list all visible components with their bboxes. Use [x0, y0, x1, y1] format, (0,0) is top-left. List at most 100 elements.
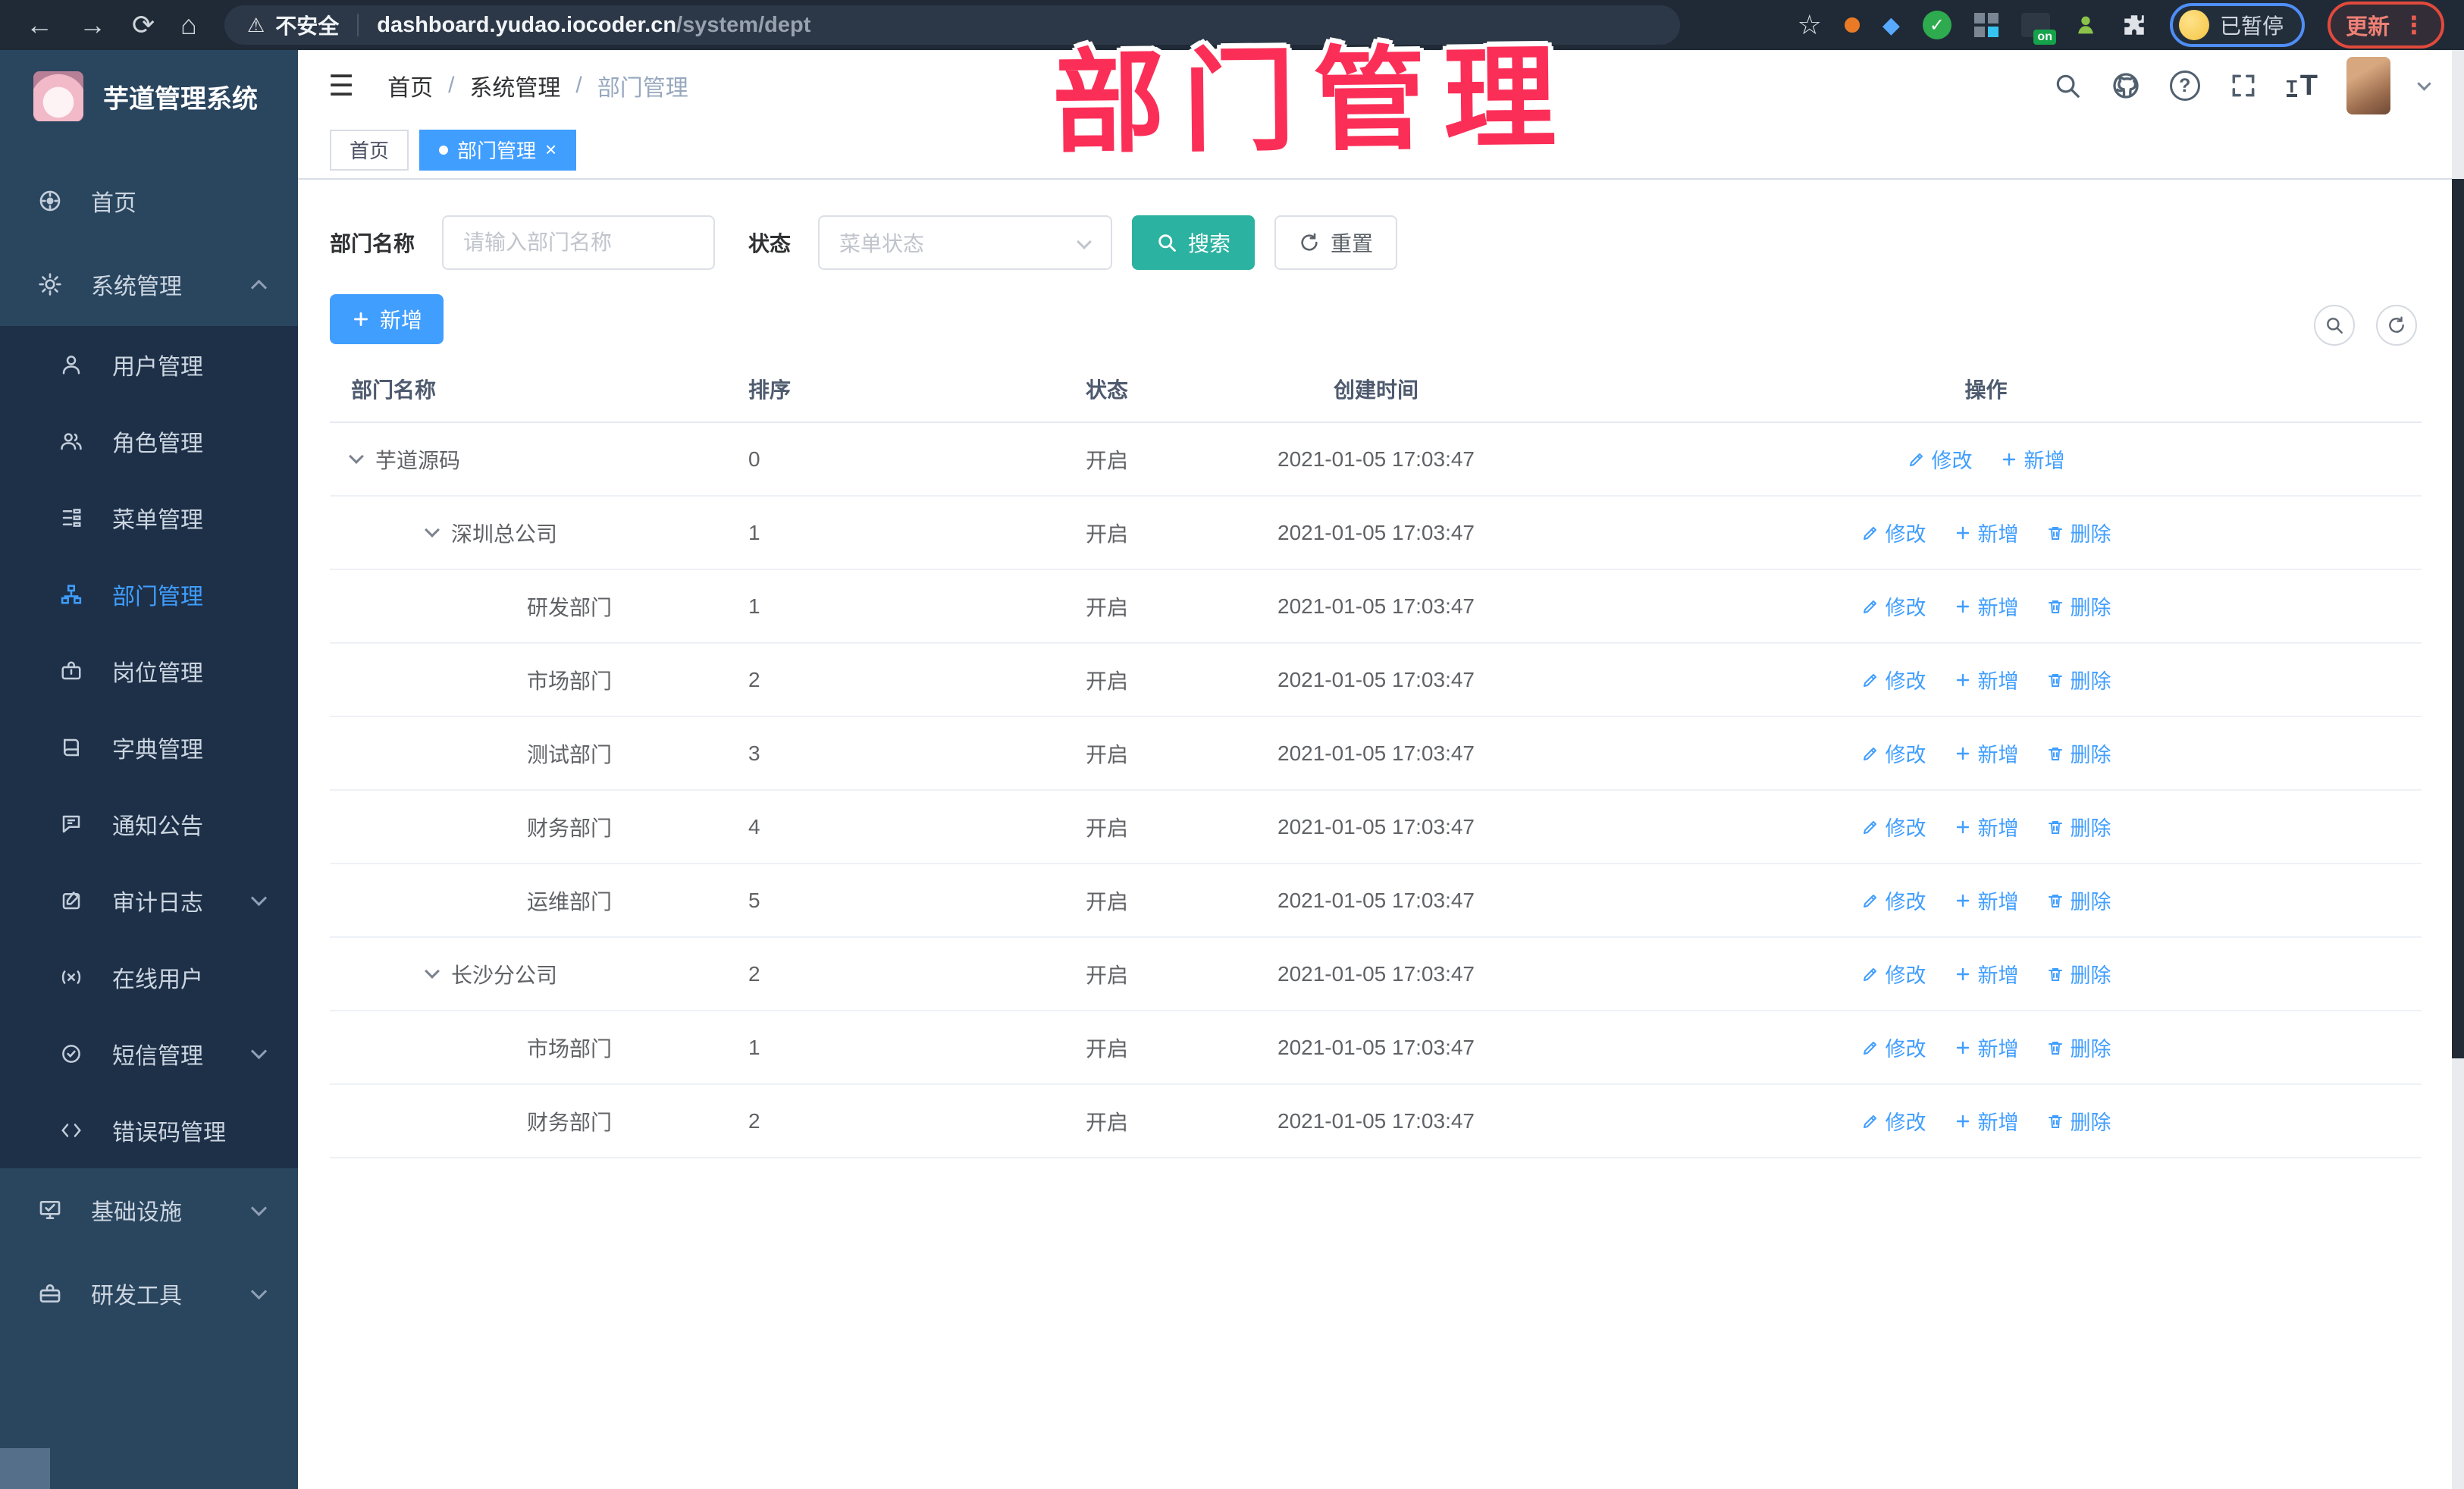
- avatar-caret-icon[interactable]: [2417, 76, 2431, 91]
- row-action-edit[interactable]: 修改: [1861, 518, 1926, 547]
- active-tab-dot-icon: [439, 145, 449, 155]
- sort-cell: 3: [748, 741, 760, 765]
- row-action-add[interactable]: 新增: [1954, 665, 2019, 694]
- status-select[interactable]: 菜单状态: [818, 215, 1113, 270]
- row-action-edit[interactable]: 修改: [1861, 738, 1926, 768]
- search-icon[interactable]: [2053, 71, 2082, 100]
- fullscreen-icon[interactable]: [2229, 71, 2258, 100]
- refresh-table-button[interactable]: [2376, 305, 2417, 346]
- page-scrollbar[interactable]: [2452, 50, 2464, 1489]
- pencil-icon: [1861, 671, 1879, 689]
- browser-home-icon[interactable]: ⌂: [180, 9, 197, 41]
- row-action-edit[interactable]: 修改: [1861, 1033, 1926, 1062]
- row-action-add[interactable]: 新增: [1954, 738, 2019, 768]
- row-action-add[interactable]: 新增: [2000, 444, 2065, 474]
- browser-profile-button[interactable]: 已暂停: [2169, 3, 2305, 47]
- extension-spy-icon[interactable]: [2073, 12, 2099, 38]
- sidebar-item-home[interactable]: 首页: [0, 159, 298, 243]
- sidebar-group-devtools[interactable]: 研发工具: [0, 1252, 298, 1335]
- row-action-del[interactable]: 删除: [2046, 959, 2111, 989]
- row-action-edit[interactable]: 修改: [1861, 591, 1926, 621]
- user-avatar[interactable]: [2346, 57, 2390, 114]
- extension-green-check-icon[interactable]: ✓: [1922, 11, 1951, 39]
- expand-caret-icon[interactable]: [349, 448, 364, 464]
- row-action-add[interactable]: 新增: [1954, 812, 2019, 842]
- status-cell: 开启: [1085, 448, 1128, 472]
- browser-reload-icon[interactable]: ⟳: [132, 9, 155, 41]
- show-search-toggle-button[interactable]: [2314, 305, 2355, 346]
- row-action-del[interactable]: 删除: [2046, 812, 2111, 842]
- row-action-add[interactable]: 新增: [1954, 886, 2019, 915]
- breadcrumb-home[interactable]: 首页: [387, 69, 433, 102]
- row-action-edit[interactable]: 修改: [1861, 812, 1926, 842]
- sidebar-item-menus[interactable]: 菜单管理: [0, 479, 298, 556]
- row-action-del[interactable]: 删除: [2046, 1106, 2111, 1136]
- row-action-add[interactable]: 新增: [1954, 518, 2019, 547]
- browser-forward-icon[interactable]: →: [79, 9, 106, 41]
- sidebar-group-audit-log[interactable]: 审计日志: [0, 862, 298, 939]
- add-button[interactable]: 新增: [330, 294, 444, 344]
- status-label: 状态: [748, 232, 792, 255]
- font-size-icon[interactable]: TT: [2286, 71, 2318, 100]
- row-action-edit[interactable]: 修改: [1861, 959, 1926, 989]
- help-icon[interactable]: ?: [2169, 71, 2200, 101]
- main-content: 部门名称 状态 菜单状态 搜索 重置 新增 部门名称: [298, 180, 2452, 1489]
- row-action-edit[interactable]: 修改: [1861, 665, 1926, 694]
- breadcrumb-system[interactable]: 系统管理: [469, 69, 560, 102]
- org-tree-icon: [55, 583, 88, 606]
- pencil-icon: [1861, 524, 1879, 542]
- tab-dept[interactable]: 部门管理 ×: [419, 129, 577, 171]
- sidebar-item-roles[interactable]: 角色管理: [0, 403, 298, 479]
- pencil-icon: [1861, 744, 1879, 763]
- created-time-cell: 2021-01-05 17:03:47: [1277, 520, 1475, 544]
- update-label: 更新: [2345, 15, 2390, 39]
- url-host: dashboard.yudao.iocoder.cn: [377, 12, 677, 37]
- sidebar-item-dict[interactable]: 字典管理: [0, 709, 298, 785]
- extensions-puzzle-icon[interactable]: [2121, 12, 2147, 38]
- user-icon: [55, 353, 88, 376]
- browser-update-button[interactable]: 更新 ⋮: [2327, 2, 2444, 49]
- row-action-add[interactable]: 新增: [1954, 591, 2019, 621]
- extension-on-badge-icon[interactable]: [2020, 13, 2056, 45]
- row-action-del[interactable]: 删除: [2046, 1033, 2111, 1062]
- sidebar-group-infra[interactable]: 基础设施: [0, 1168, 298, 1252]
- row-action-del[interactable]: 删除: [2046, 738, 2111, 768]
- dept-name-cell: 研发部门: [527, 595, 613, 619]
- created-time-cell: 2021-01-05 17:03:47: [1277, 667, 1475, 691]
- row-action-del[interactable]: 删除: [2046, 665, 2111, 694]
- row-action-edit[interactable]: 修改: [1861, 886, 1926, 915]
- sidebar-item-error-codes[interactable]: 错误码管理: [0, 1092, 298, 1168]
- row-action-edit[interactable]: 修改: [1908, 444, 1973, 474]
- extension-grid-icon[interactable]: [1973, 13, 1985, 24]
- sidebar-group-system[interactable]: 系统管理: [0, 243, 298, 326]
- tab-home[interactable]: 首页: [330, 129, 409, 171]
- sidebar-item-posts[interactable]: 岗位管理: [0, 632, 298, 709]
- sidebar-group-sms[interactable]: 短信管理: [0, 1015, 298, 1092]
- extension-gem-icon[interactable]: ◆: [1882, 12, 1900, 39]
- dept-name-input[interactable]: [442, 215, 716, 270]
- sidebar-item-depts[interactable]: 部门管理: [0, 556, 298, 632]
- expand-caret-icon[interactable]: [425, 963, 440, 979]
- browser-back-icon[interactable]: ←: [26, 9, 53, 41]
- row-action-add[interactable]: 新增: [1954, 1033, 2019, 1062]
- expand-caret-icon[interactable]: [425, 522, 440, 538]
- extension-orange-icon[interactable]: [1844, 17, 1860, 33]
- sidebar-item-users[interactable]: 用户管理: [0, 326, 298, 403]
- bookmark-star-icon[interactable]: ☆: [1798, 9, 1822, 41]
- row-action-add[interactable]: 新增: [1954, 959, 2019, 989]
- row-action-edit[interactable]: 修改: [1861, 1106, 1926, 1136]
- scrollbar-thumb[interactable]: [2452, 179, 2464, 1058]
- reset-button[interactable]: 重置: [1274, 215, 1398, 270]
- search-button[interactable]: 搜索: [1132, 215, 1256, 270]
- row-action-add[interactable]: 新增: [1954, 1106, 2019, 1136]
- close-tab-icon[interactable]: ×: [545, 138, 556, 161]
- row-action-del[interactable]: 删除: [2046, 518, 2111, 547]
- row-action-del[interactable]: 删除: [2046, 591, 2111, 621]
- browser-menu-icon[interactable]: ⋮: [2402, 11, 2426, 39]
- sidebar-item-online-users[interactable]: 在线用户: [0, 939, 298, 1015]
- github-icon[interactable]: [2111, 71, 2141, 101]
- row-action-del[interactable]: 删除: [2046, 886, 2111, 915]
- sidebar-item-notice[interactable]: 通知公告: [0, 785, 298, 862]
- hamburger-icon[interactable]: ☰: [328, 69, 354, 103]
- sidebar-collapse-button[interactable]: [0, 1448, 50, 1489]
